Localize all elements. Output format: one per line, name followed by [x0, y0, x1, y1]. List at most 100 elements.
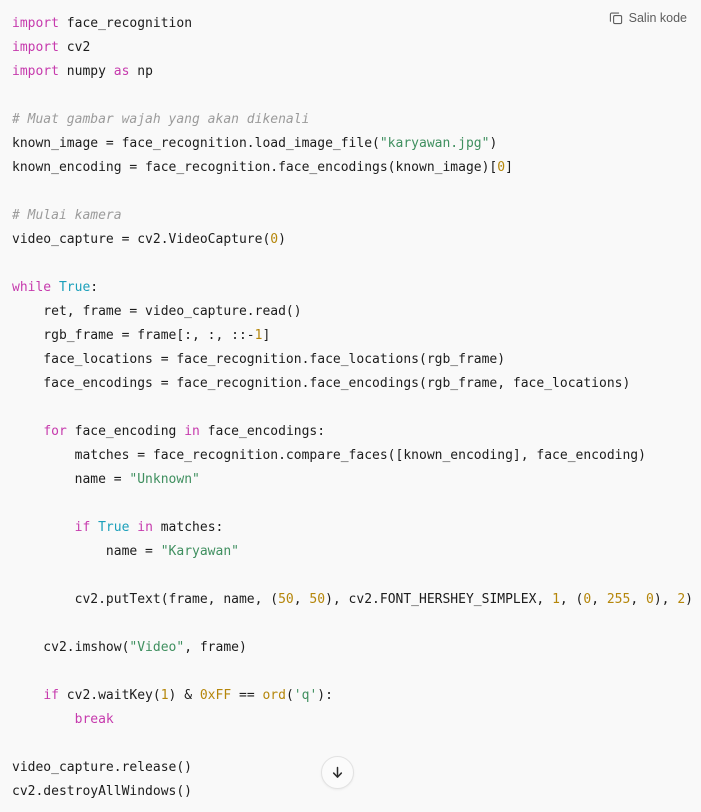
code-line: ​: [12, 180, 701, 204]
code-line: cv2.imshow("Video", frame): [12, 636, 701, 660]
code-token-kw: break: [74, 712, 114, 727]
code-token-plain: known_encoding = face_recognition.face_e…: [12, 160, 498, 175]
code-line: ​: [12, 660, 701, 684]
code-token-plain: matches = face_recognition.compare_faces…: [12, 448, 646, 463]
code-line: cv2.destroyAllWindows(): [12, 780, 701, 804]
code-token-plain: ),: [653, 592, 678, 607]
code-line: if True in matches:: [12, 516, 701, 540]
code-token-str: "Karyawan": [160, 544, 239, 559]
code-line: import face_recognition: [12, 12, 701, 36]
code-token-str: "karyawan.jpg": [379, 136, 490, 151]
code-token-num: 0: [646, 592, 654, 607]
code-content[interactable]: import face_recognition import cv2 import …: [12, 12, 701, 804]
code-token-num: 1: [160, 688, 169, 703]
code-token-kw: as: [113, 64, 130, 79]
code-token-plain: video_capture.release(): [12, 760, 193, 775]
code-token-num: 50: [309, 592, 326, 607]
code-block: import face_recognition import cv2 import …: [0, 0, 701, 804]
code-line: # Mulai kamera: [12, 204, 701, 228]
code-line: face_locations = face_recognition.face_l…: [12, 348, 701, 372]
code-token-plain: ,: [293, 592, 310, 607]
code-token-plain: name =: [12, 544, 161, 559]
code-token-str: "Video": [129, 640, 185, 655]
code-token-plain: (: [285, 688, 294, 703]
code-token-kw: while: [12, 280, 52, 295]
code-line: known_encoding = face_recognition.face_e…: [12, 156, 701, 180]
code-token-kw: import: [12, 16, 59, 31]
code-token-plain: ,: [591, 592, 607, 607]
code-token-plain: name =: [12, 472, 130, 487]
code-token-num: 2: [677, 592, 686, 607]
code-token-kw: if: [43, 688, 59, 703]
code-line: video_capture.release(): [12, 756, 701, 780]
code-token-plain: known_image = face_recognition.load_imag…: [12, 136, 380, 151]
code-token-plain: face_encodings:: [199, 424, 326, 439]
code-line: ​: [12, 252, 701, 276]
code-token-plain: :: [90, 280, 99, 295]
code-token-plain: face_encodings = face_recognition.face_e…: [12, 376, 631, 391]
code-token-num: 0xFF: [199, 688, 232, 703]
code-token-kw: import: [12, 40, 59, 55]
code-token-plain: ):: [317, 688, 333, 703]
code-token-kw: import: [12, 64, 59, 79]
code-token-plain: ]: [505, 160, 513, 175]
code-line: while True:: [12, 276, 701, 300]
code-line: break: [12, 708, 701, 732]
code-line: ​: [12, 492, 701, 516]
code-token-plain: cv2: [58, 40, 91, 55]
code-line: video_capture = cv2.VideoCapture(0): [12, 228, 701, 252]
code-token-plain: ]: [262, 328, 271, 343]
code-line: if cv2.waitKey(1) & 0xFF == ord('q'):: [12, 684, 701, 708]
code-token-plain: , frame): [184, 640, 247, 655]
code-token-com: # Muat gambar wajah yang akan dikenali: [12, 112, 310, 127]
code-token-kw: for: [43, 424, 67, 439]
arrow-down-icon: [330, 765, 345, 780]
code-token-plain: ): [278, 232, 286, 247]
code-token-plain: cv2.waitKey(: [58, 688, 161, 703]
code-token-plain: , (: [559, 592, 584, 607]
code-token-plain: ): [685, 592, 693, 607]
code-line: cv2.putText(frame, name, (50, 50), cv2.F…: [12, 588, 701, 612]
code-line: ​: [12, 732, 701, 756]
code-token-plain: ) &: [168, 688, 200, 703]
code-token-kw: if: [74, 520, 91, 535]
code-token-plain: face_locations = face_recognition.face_l…: [12, 352, 506, 367]
scroll-to-bottom-button[interactable]: [321, 756, 354, 789]
code-line: # Muat gambar wajah yang akan dikenali: [12, 108, 701, 132]
code-line: import cv2: [12, 36, 701, 60]
code-token-num: 0: [497, 160, 506, 175]
code-token-num: 1: [552, 592, 560, 607]
code-token-plain: face_recognition: [58, 16, 193, 31]
code-token-plain: rgb_frame = frame[:, :, ::-: [12, 328, 255, 343]
code-token-plain: cv2.imshow(: [12, 640, 130, 655]
code-token-str: 'q': [293, 688, 318, 703]
code-line: ​: [12, 612, 701, 636]
code-token-const: True: [58, 280, 91, 295]
code-line: ret, frame = video_capture.read(): [12, 300, 701, 324]
code-token-plain: np: [129, 64, 153, 79]
code-token-plain: ==: [231, 688, 263, 703]
code-token-num: 255: [606, 592, 631, 607]
code-token-plain: ,: [630, 592, 646, 607]
code-line: rgb_frame = frame[:, :, ::-1]: [12, 324, 701, 348]
code-token-com: # Mulai kamera: [12, 208, 122, 223]
code-line: ​: [12, 84, 701, 108]
code-token-plain: face_encoding: [66, 424, 185, 439]
code-token-plain: numpy: [58, 64, 114, 79]
code-token-plain: matches:: [152, 520, 224, 535]
code-token-plain: cv2.putText(frame, name, (: [12, 592, 279, 607]
code-line: known_image = face_recognition.load_imag…: [12, 132, 701, 156]
code-token-plain: ret, frame = video_capture.read(): [12, 304, 302, 319]
code-token-kw: in: [184, 424, 200, 439]
code-token-builtin: ord: [262, 688, 286, 703]
code-line: name = "Karyawan": [12, 540, 701, 564]
code-line: face_encodings = face_recognition.face_e…: [12, 372, 701, 396]
code-line: name = "Unknown": [12, 468, 701, 492]
code-line: matches = face_recognition.compare_faces…: [12, 444, 701, 468]
code-line: import numpy as np: [12, 60, 701, 84]
code-token-num: 50: [278, 592, 294, 607]
